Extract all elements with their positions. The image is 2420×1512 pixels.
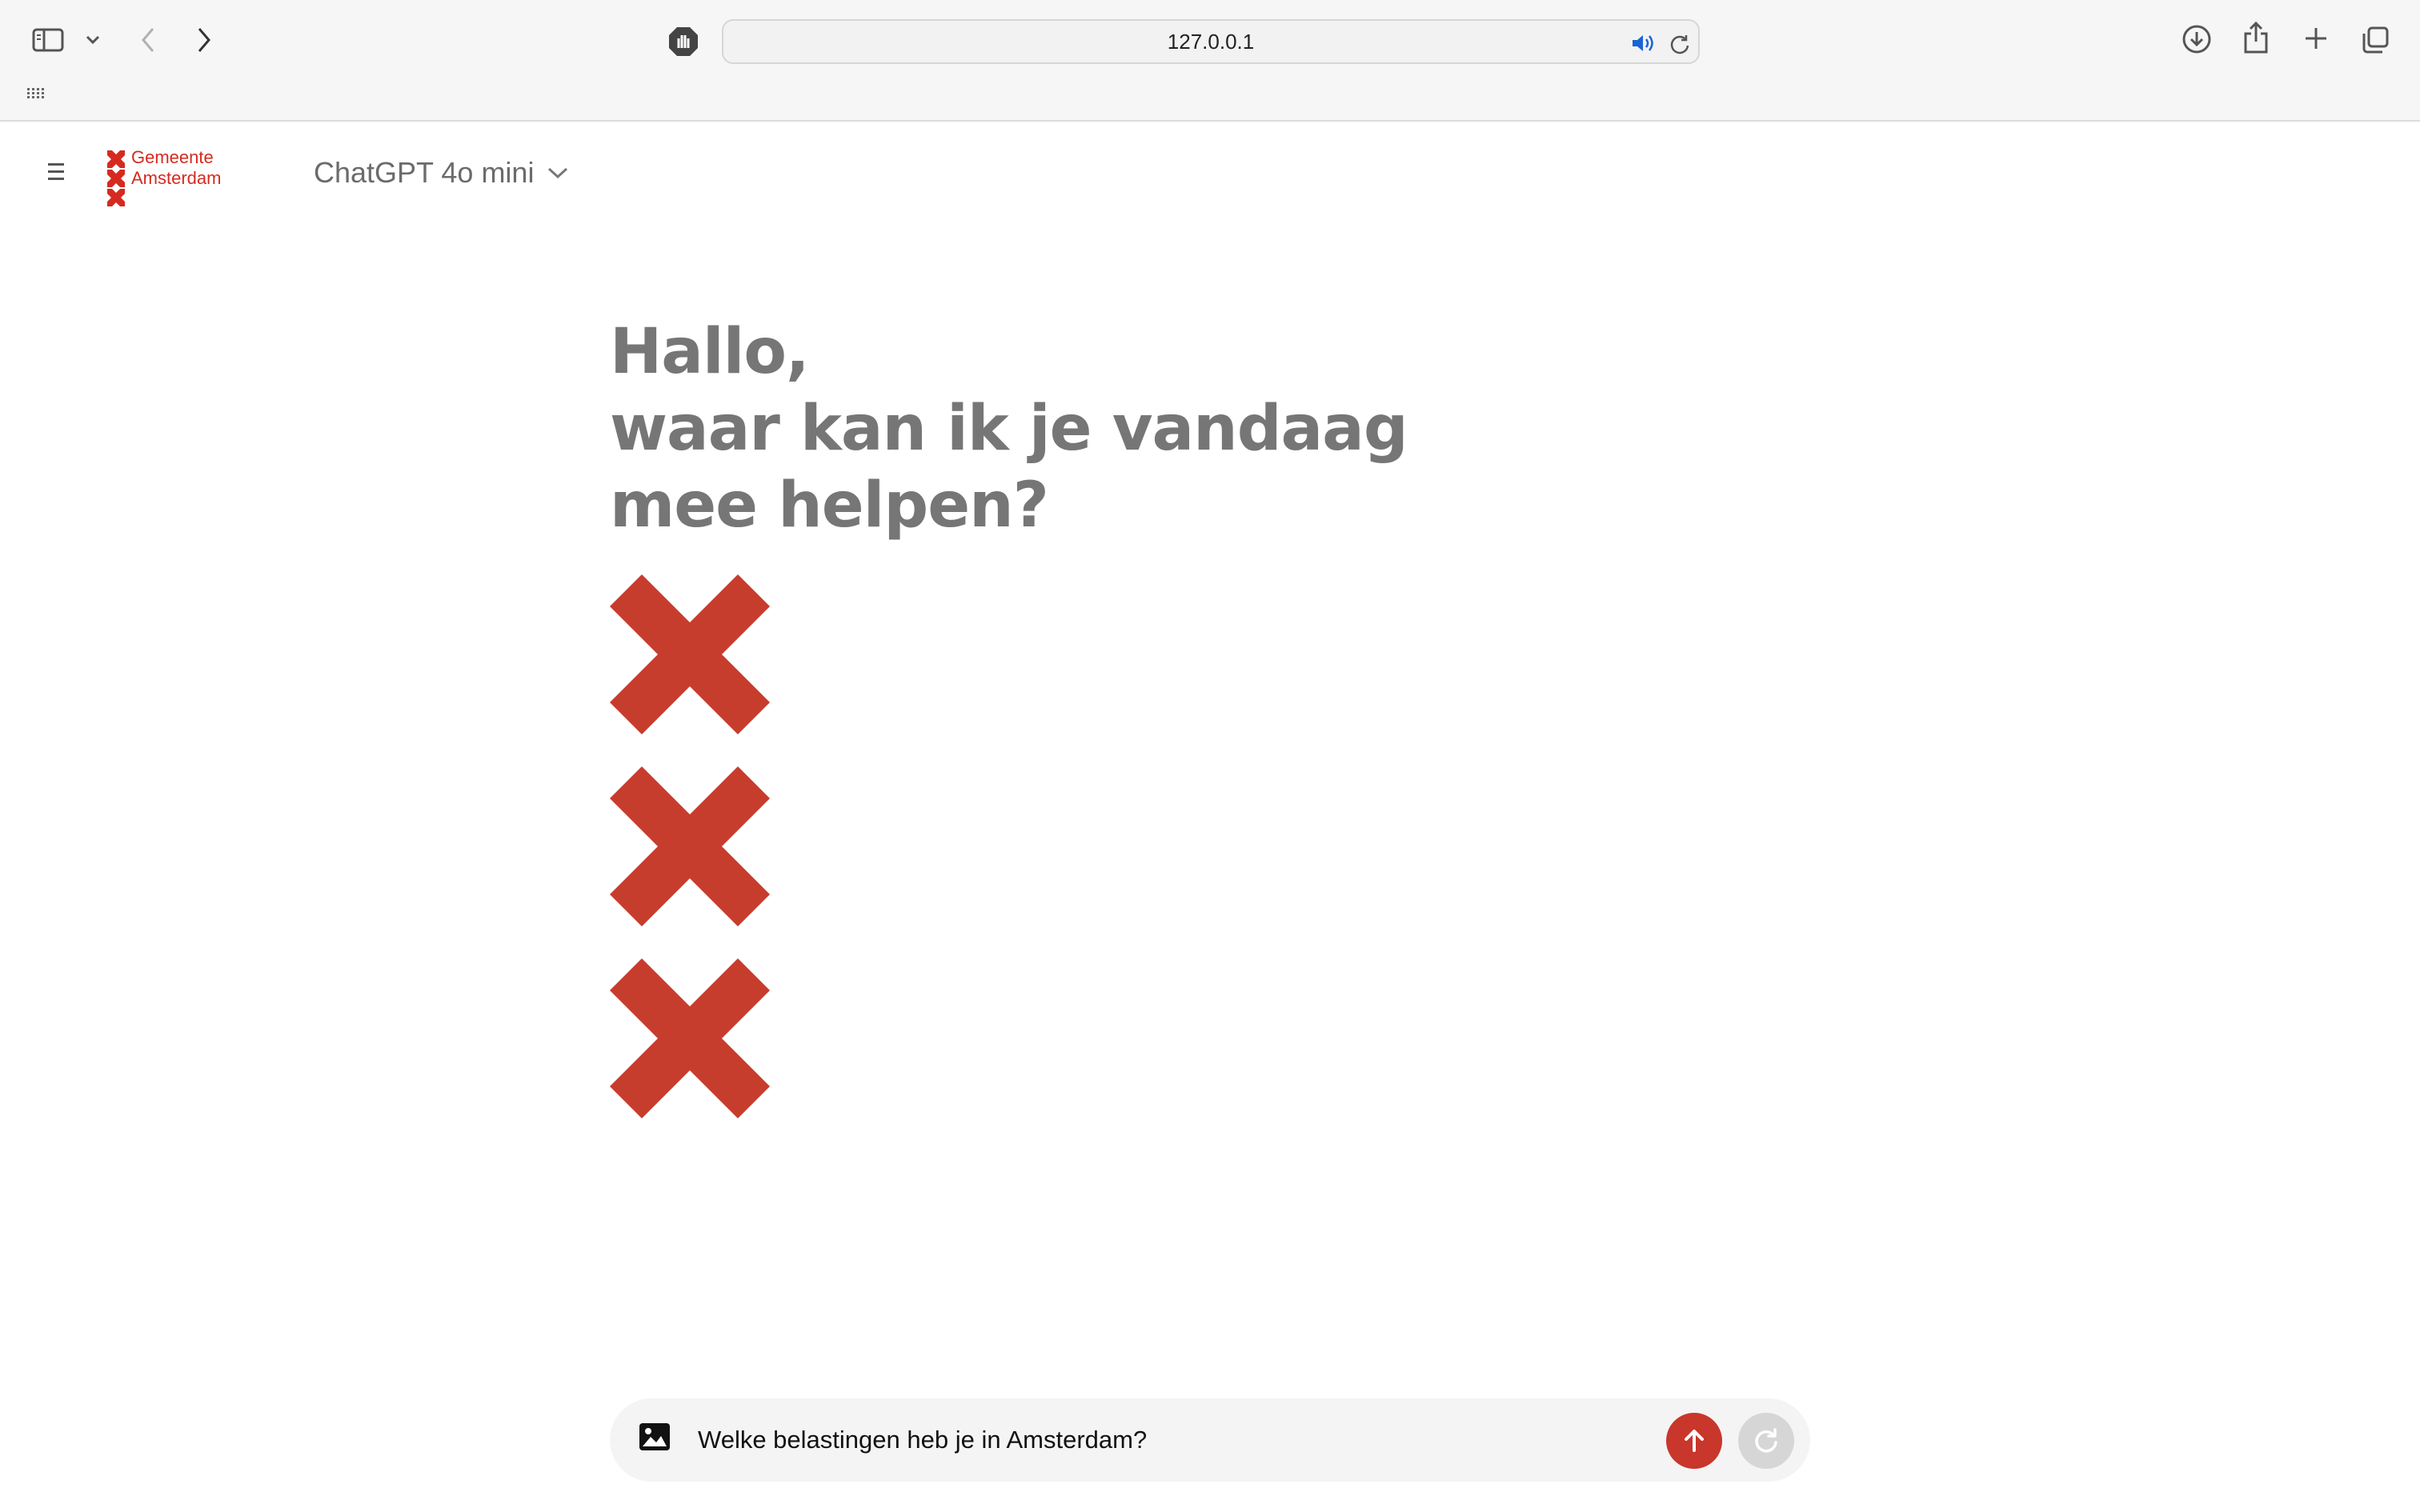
image-icon[interactable] (639, 1422, 672, 1456)
url-text: 127.0.0.1 (1167, 29, 1255, 54)
model-label: ChatGPT 4o mini (314, 156, 535, 189)
chat-composer (610, 1398, 1810, 1482)
sidebar-toggle-icon[interactable] (32, 27, 64, 53)
andreas-cross-icon (610, 766, 770, 926)
prompt-input[interactable] (698, 1413, 1618, 1467)
forward-arrow-icon[interactable] (192, 24, 216, 56)
download-icon[interactable] (2180, 22, 2214, 56)
speaker-icon[interactable] (1631, 32, 1657, 54)
model-selector[interactable]: ChatGPT 4o mini (314, 156, 569, 189)
refresh-icon (1755, 1428, 1777, 1453)
logo-line-1: Gemeente (131, 147, 214, 167)
share-icon[interactable] (2241, 19, 2271, 56)
logo-crosses-icon (107, 150, 125, 206)
greeting-line-1: Hallo, (610, 316, 810, 388)
andreas-cross-icon (610, 574, 770, 734)
privacy-shield-icon[interactable] (666, 24, 701, 59)
tab-overview-icon[interactable] (2359, 24, 2391, 56)
greeting-line-3: mee helpen? (610, 470, 1049, 542)
grid-dots-icon[interactable] (27, 86, 46, 101)
hamburger-icon[interactable] (43, 158, 69, 184)
gemeente-amsterdam-logo[interactable]: Gemeente Amsterdam (104, 147, 248, 211)
arrow-up-icon (1685, 1430, 1704, 1452)
app-header: Gemeente Amsterdam ChatGPT 4o mini (0, 123, 2420, 227)
reload-icon[interactable] (1668, 32, 1692, 56)
send-button[interactable] (1666, 1413, 1722, 1469)
reset-button[interactable] (1738, 1413, 1794, 1469)
logo-line-2: Amsterdam (131, 168, 222, 188)
chevron-down-icon (548, 167, 568, 179)
new-tab-plus-icon[interactable] (2302, 24, 2330, 53)
greeting-heading: Hallo, waar kan ik je vandaag mee helpen… (610, 314, 1490, 544)
back-arrow-icon[interactable] (136, 24, 160, 56)
andreas-cross-icon (610, 958, 770, 1118)
address-bar[interactable]: 127.0.0.1 (722, 19, 1700, 64)
chevron-down-icon[interactable] (83, 32, 102, 48)
logo-text: Gemeente Amsterdam (131, 147, 221, 189)
browser-toolbar: 127.0.0.1 (0, 0, 2420, 122)
greeting-line-2: waar kan ik je vandaag (610, 393, 1408, 465)
